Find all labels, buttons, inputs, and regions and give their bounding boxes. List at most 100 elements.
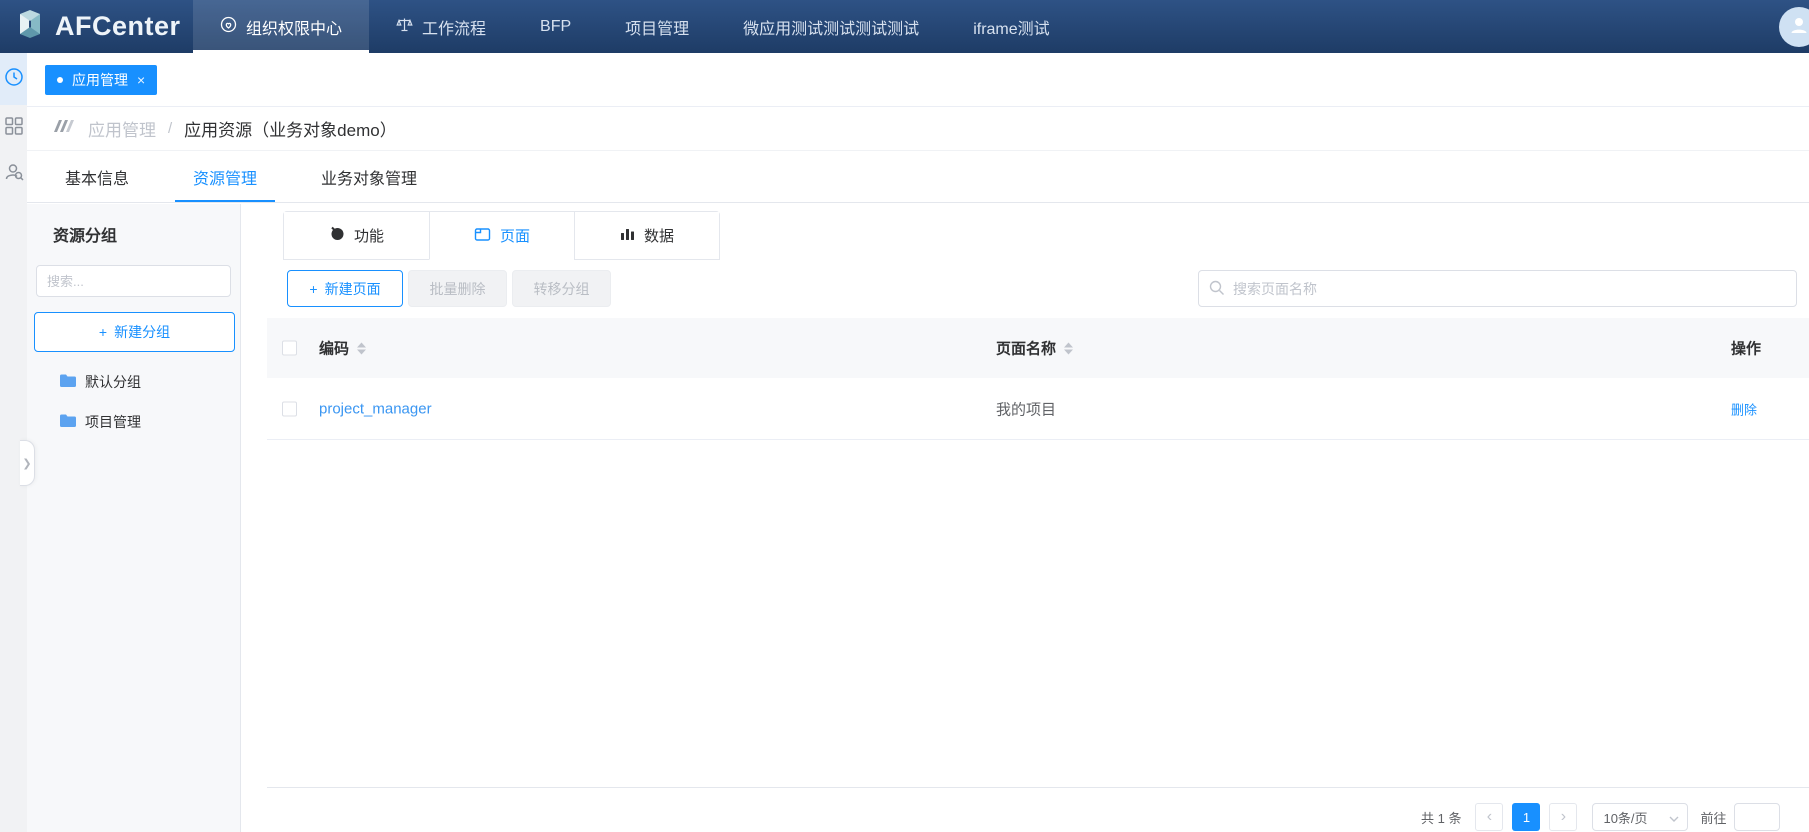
page-tab-label: 基本信息: [65, 165, 129, 189]
page-tab-label: 资源管理: [193, 165, 257, 189]
group-search-input[interactable]: [36, 265, 231, 297]
folder-icon: [60, 414, 76, 430]
main-nav-menu: 组织权限中心 工作流程 BFP 项目管理 微应用测试测试测试测试: [193, 0, 1077, 53]
nav-item-iframe-test[interactable]: iframe测试: [946, 0, 1076, 53]
page-search-input[interactable]: [1198, 270, 1797, 307]
group-item-label: 默认分组: [85, 372, 141, 392]
user-avatar-icon: [1788, 14, 1809, 41]
nav-item-label: iframe测试: [973, 15, 1049, 39]
resource-group-sidebar: 资源分组 + 新建分组 默认分组 项目管理: [27, 204, 241, 832]
new-page-button-label: 新建页面: [325, 279, 381, 299]
user-search-icon: [4, 162, 24, 187]
resource-main-panel: 功能 页面 数据: [241, 204, 1809, 832]
pages-table: 编码 页面名称 操作: [267, 318, 1809, 440]
resource-tab-label: 页面: [500, 225, 530, 246]
sidebar-title: 资源分组: [53, 222, 240, 246]
pagination-total: 共 1 条: [1421, 808, 1461, 827]
nav-item-label: 项目管理: [625, 15, 689, 39]
breadcrumb: 应用管理 / 应用资源（业务对象demo）: [27, 107, 1809, 151]
folder-icon: [60, 374, 76, 390]
tab-resource-management[interactable]: 资源管理: [175, 151, 275, 202]
app-window: AFCenter 组织权限中心 工作流程: [0, 0, 1809, 832]
nav-item-bfp[interactable]: BFP: [513, 0, 598, 53]
page-icon: [474, 226, 491, 246]
plus-icon: +: [99, 324, 107, 340]
active-dot-icon: [57, 77, 63, 83]
data-bars-icon: [620, 226, 635, 245]
new-group-button-label: 新建分组: [114, 322, 170, 342]
page-number-button[interactable]: 1: [1512, 803, 1540, 831]
row-code-link[interactable]: project_manager: [319, 400, 432, 417]
next-page-button[interactable]: ›: [1549, 803, 1577, 831]
tab-basic-info[interactable]: 基本信息: [47, 151, 147, 202]
close-icon[interactable]: ×: [137, 73, 145, 87]
workspace-tab-label: 应用管理: [72, 70, 128, 90]
app-logo-text: AFCenter: [55, 11, 181, 42]
tab-page[interactable]: 页面: [429, 212, 574, 260]
row-delete-link[interactable]: 删除: [1731, 399, 1757, 418]
nav-item-org-permission-center[interactable]: 组织权限中心: [193, 0, 369, 53]
resource-tab-label: 功能: [354, 225, 384, 246]
table-header-row: 编码 页面名称 操作: [267, 318, 1809, 378]
tab-function[interactable]: 功能: [284, 212, 429, 260]
resource-type-tabs: 功能 页面 数据: [283, 211, 720, 260]
breadcrumb-current: 应用资源（业务对象demo）: [184, 116, 397, 141]
chevron-right-icon: ›: [1561, 808, 1566, 826]
chevron-right-icon: ❯: [22, 457, 31, 470]
rail-user-search-button[interactable]: [0, 151, 27, 197]
chevron-down-icon: [1669, 810, 1679, 825]
slashes-icon: [54, 118, 76, 139]
transfer-group-label: 转移分组: [534, 279, 590, 299]
afcenter-logo-icon: [14, 8, 46, 45]
clock-icon: [4, 67, 24, 92]
group-item-label: 项目管理: [85, 412, 141, 432]
chevron-left-icon: ‹: [1487, 808, 1492, 826]
sort-caret-icon[interactable]: [1064, 342, 1073, 354]
batch-delete-label: 批量删除: [430, 279, 486, 299]
nav-item-workflow[interactable]: 工作流程: [369, 0, 513, 53]
tab-data[interactable]: 数据: [574, 212, 719, 260]
nav-item-label: 工作流程: [422, 15, 486, 39]
workspace-tab-strip: 应用管理 ×: [27, 53, 1809, 107]
sidebar-collapse-handle[interactable]: ❯: [20, 440, 35, 486]
nav-item-label: BFP: [540, 18, 571, 36]
shield-heart-icon: [220, 16, 237, 38]
workspace-tab-app-management[interactable]: 应用管理 ×: [45, 65, 157, 95]
select-all-checkbox[interactable]: [282, 341, 297, 356]
user-avatar[interactable]: [1779, 7, 1809, 47]
rail-apps-button[interactable]: [0, 105, 27, 151]
top-navbar: AFCenter 组织权限中心 工作流程: [0, 0, 1809, 53]
breadcrumb-separator: /: [168, 120, 172, 137]
column-header-code: 编码: [319, 338, 349, 359]
sort-caret-icon[interactable]: [357, 342, 366, 354]
rail-history-button[interactable]: [0, 53, 27, 105]
plus-icon: +: [309, 281, 317, 297]
group-list: 默认分组 项目管理: [27, 362, 240, 442]
tab-business-object-management[interactable]: 业务对象管理: [303, 151, 435, 202]
group-item-project-management[interactable]: 项目管理: [27, 402, 240, 442]
breadcrumb-parent[interactable]: 应用管理: [88, 116, 156, 141]
nav-item-label: 微应用测试测试测试测试: [743, 15, 919, 39]
apps-grid-icon: [4, 116, 24, 141]
page-size-value: 10条/页: [1603, 808, 1647, 827]
page-size-select[interactable]: 10条/页: [1592, 803, 1688, 831]
transfer-group-button[interactable]: 转移分组: [512, 270, 611, 307]
column-header-actions: 操作: [1731, 338, 1761, 359]
row-checkbox[interactable]: [282, 401, 297, 416]
scales-icon: [396, 16, 413, 38]
page-tab-label: 业务对象管理: [321, 165, 417, 189]
table-row: project_manager 我的项目 删除: [267, 378, 1809, 440]
nav-item-project-management[interactable]: 项目管理: [598, 0, 716, 53]
goto-page-input[interactable]: [1734, 803, 1780, 831]
row-page-name: 我的项目: [996, 398, 1056, 419]
new-page-button[interactable]: + 新建页面: [287, 270, 403, 307]
page-tabs: 基本信息 资源管理 业务对象管理: [27, 151, 1809, 203]
function-icon: [329, 225, 345, 246]
group-item-default[interactable]: 默认分组: [27, 362, 240, 402]
page-search: [1198, 270, 1797, 307]
app-logo[interactable]: AFCenter: [0, 0, 193, 53]
new-group-button[interactable]: + 新建分组: [34, 312, 235, 352]
prev-page-button[interactable]: ‹: [1475, 803, 1503, 831]
batch-delete-button[interactable]: 批量删除: [408, 270, 507, 307]
nav-item-microapp-test[interactable]: 微应用测试测试测试测试: [716, 0, 946, 53]
